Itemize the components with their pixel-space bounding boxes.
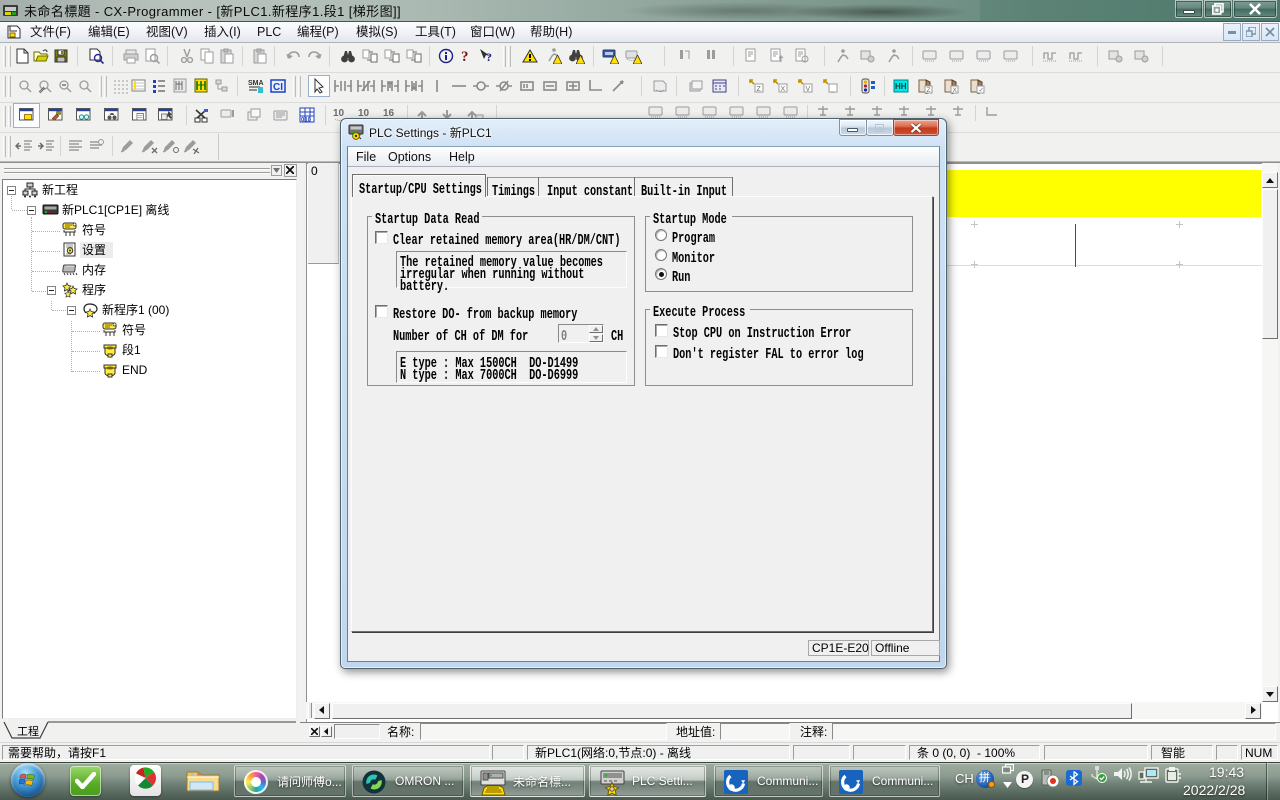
svg-text:CI: CI [273,82,283,93]
svg-text:_: _ [830,86,835,93]
svg-text:010: 010 [301,118,312,124]
svg-text:SMA: SMA [248,80,264,87]
svg-text:?: ? [486,50,492,64]
svg-text:?: ? [461,49,469,64]
svg-text:Z: Z [927,87,931,94]
svg-text:✓: ✓ [979,87,984,94]
svg-text:HH: HH [895,82,907,91]
svg-text:X: X [953,87,958,94]
svg-text:X: X [781,86,786,93]
svg-text:Z: Z [757,86,762,93]
svg-text:V: V [806,86,811,93]
svg-text:10: 10 [333,108,345,119]
